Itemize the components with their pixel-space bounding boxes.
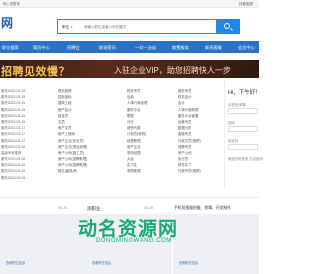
code-field[interactable]: [228, 144, 258, 150]
top-bar-right[interactable]: 找着客服: [239, 2, 253, 7]
job-link[interactable]: 行政专员(维修): [178, 168, 222, 174]
banner-headline: 招聘见效慢？: [1, 66, 70, 78]
top-bar: 网 | 请登录 找着客服: [0, 0, 259, 8]
chevron-down-icon: ▾: [71, 25, 73, 29]
card-tag[interactable]: 查看职位信息: [92, 260, 111, 265]
job-link[interactable]: 报名(最高考): [58, 168, 122, 174]
job-card[interactable]: 06-28 查看职位信息: [0, 200, 86, 274]
search-input[interactable]: [84, 23, 204, 31]
password-field[interactable]: [228, 126, 258, 132]
card-image: [173, 214, 259, 274]
list-item[interactable]: 委托2023-03-05: [0, 175, 58, 181]
watermark-subtext: DONGMINGWANG.COM: [96, 238, 172, 244]
watermark-text: 动名资源网: [78, 219, 179, 240]
code-label: 验证码: [228, 139, 239, 143]
site-logo[interactable]: 网: [1, 14, 13, 31]
job-column-3: 服务专员 财务会计 会计 人事行政助理 服务平台客服 运营专员 数据分析 客服专…: [178, 88, 222, 175]
nav-item[interactable]: 简历中心: [33, 45, 50, 51]
job-column-1: 首页推荐 招标投标 建筑工程 房产会计 信息员 文员 房产文员 房产工程师 房产…: [58, 88, 122, 175]
nav-item[interactable]: 职场资讯: [99, 45, 116, 51]
login-greeting: Hi，下午好！: [228, 90, 261, 96]
main-nav: 职位搜索 简历中心 招聘会 职场资讯 一对一洽谈 收费服务 联系客服 会员中心: [0, 41, 259, 53]
card-image: [0, 214, 86, 274]
nav-item[interactable]: 收费服务: [172, 45, 189, 51]
card-date: 06-28: [144, 206, 153, 210]
date-list: 委托2023-03-19 委托2023-03-19 委托2023-03-19 委…: [0, 88, 58, 181]
promo-banner[interactable]: 招聘见效慢？ 入驻企业VIP，助您招聘快人一步: [0, 60, 259, 78]
card-title: 手机短视频拍摄、剪辑、开发制作: [174, 206, 231, 210]
nav-item[interactable]: 职位搜索: [2, 45, 19, 51]
nav-item[interactable]: 联系客服: [205, 45, 222, 51]
search-bar: 职位 ▾: [57, 19, 240, 34]
password-label: 密码: [228, 121, 235, 125]
nav-item[interactable]: 会员中心: [238, 45, 255, 51]
nav-item[interactable]: 一对一洽谈: [135, 45, 156, 51]
username-field[interactable]: [228, 108, 258, 114]
banner-subline: 入驻企业VIP，助您招聘快人一步: [114, 66, 231, 75]
section-divider: [0, 197, 259, 198]
nav-item[interactable]: 招聘会: [67, 45, 80, 51]
card-title: 测职业: [87, 206, 101, 211]
search-icon: [224, 23, 230, 29]
search-type-select[interactable]: 职位 ▾: [62, 25, 73, 30]
card-tag[interactable]: 查看职位信息: [179, 260, 198, 265]
job-card[interactable]: 手机短视频拍摄、剪辑、开发制作 查看职位信息: [173, 200, 259, 274]
login-tip[interactable]: 微信扫码登录 忘记密码: [228, 156, 263, 161]
login-panel: Hi，下午好！ 手机号/邮箱 密码 验证码 微信扫码登录 忘记密码: [224, 80, 263, 188]
username-label: 手机号/邮箱: [228, 103, 246, 107]
search-button[interactable]: [216, 19, 240, 34]
card-tag[interactable]: 查看职位信息: [6, 260, 25, 265]
card-date: 06-28: [58, 206, 67, 210]
top-bar-left[interactable]: 网 | 请登录: [3, 2, 20, 7]
